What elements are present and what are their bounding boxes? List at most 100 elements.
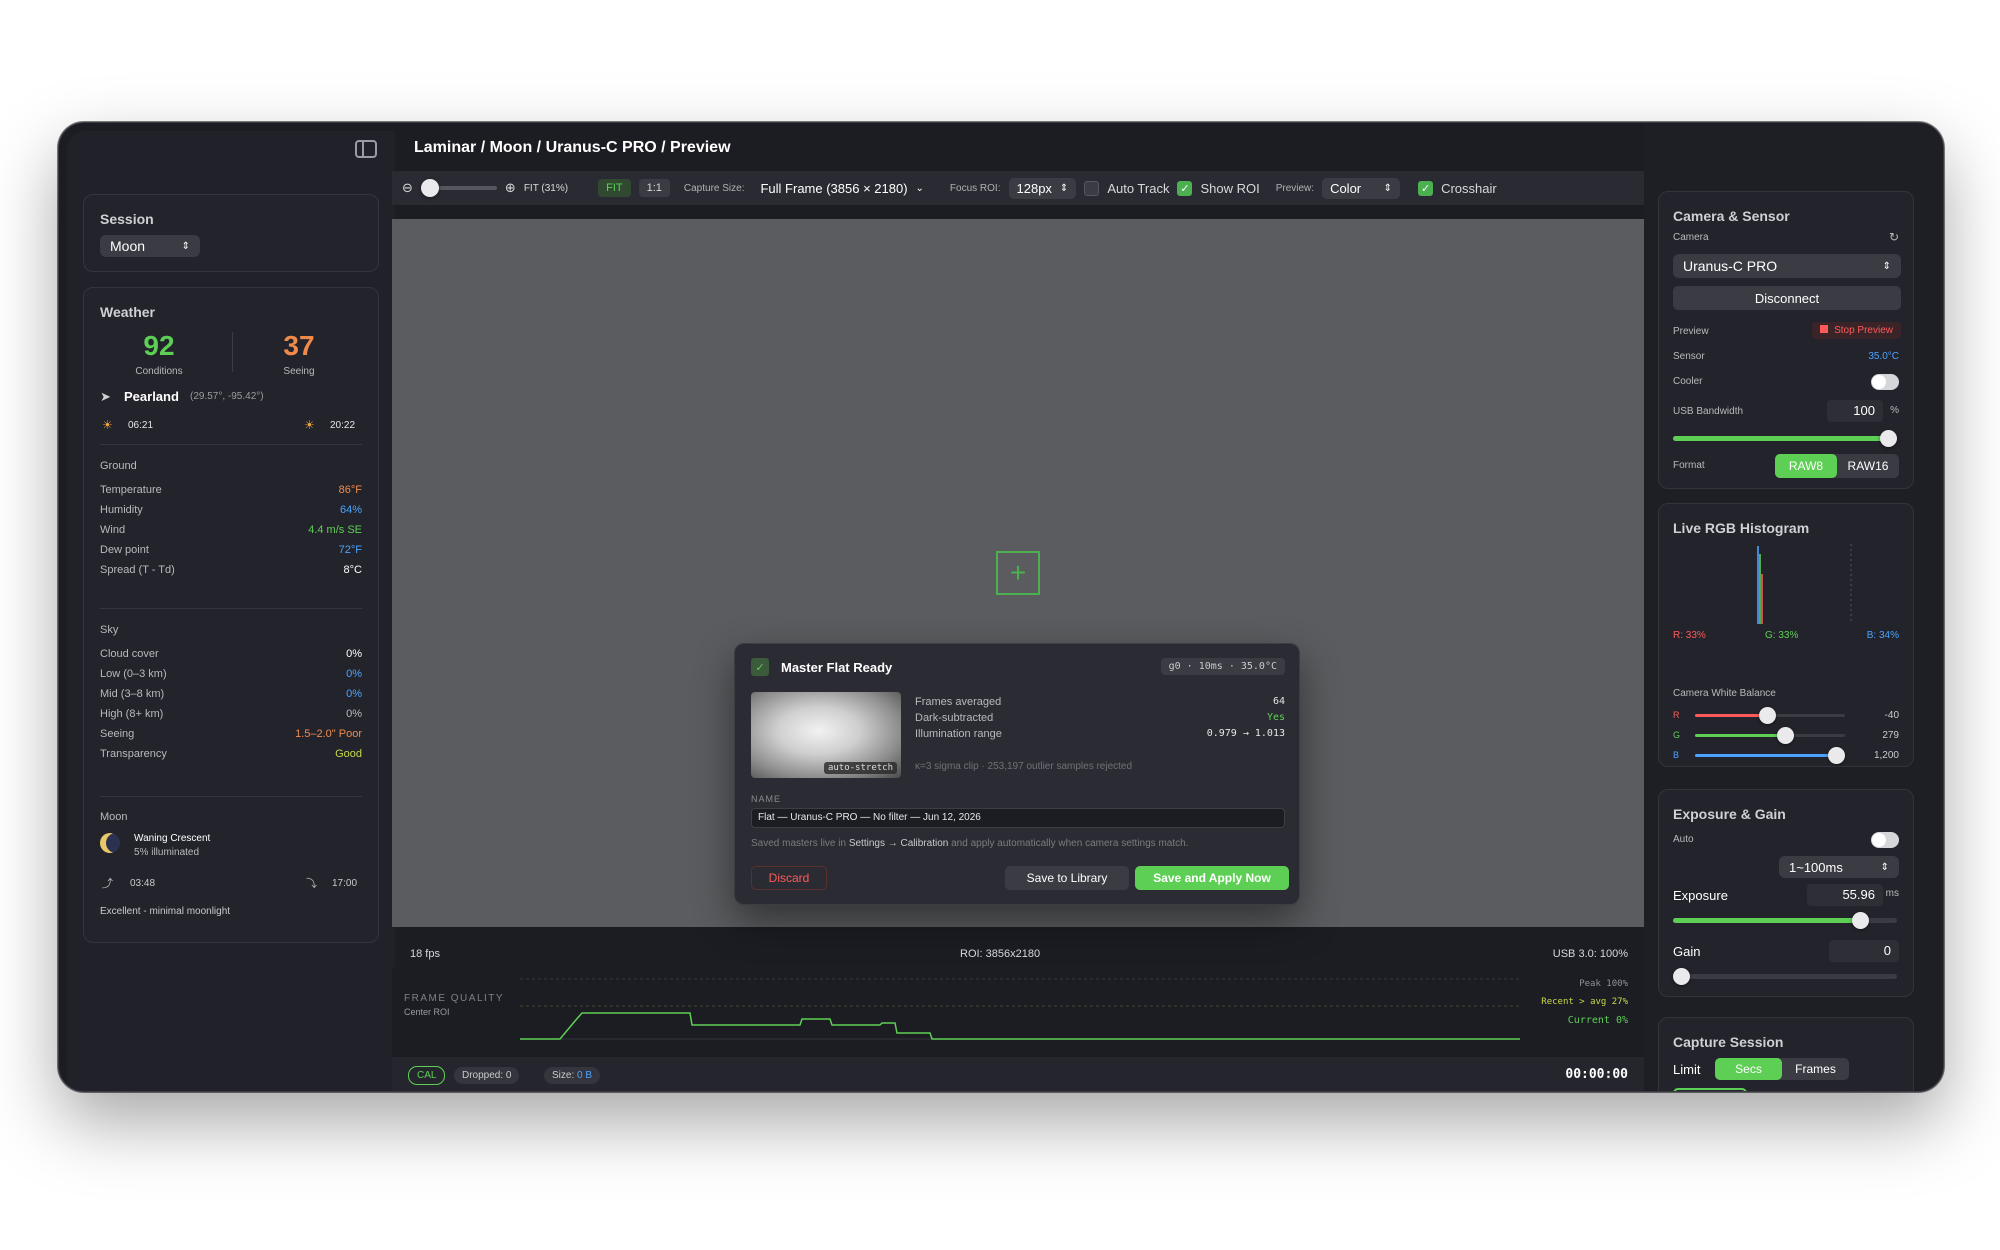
stop-preview-label: Stop Preview [1834,325,1893,336]
zoom-in-icon[interactable]: ⊕ [505,180,516,196]
discard-button[interactable]: Discard [751,866,827,890]
sky-value: 0% [346,648,362,660]
auto-exposure-toggle[interactable] [1871,832,1899,848]
crosshair-checkbox[interactable]: ✓ [1418,180,1434,196]
sky-label: Cloud cover [100,648,159,660]
wb-slider-fill [1695,714,1767,717]
frame-quality-sparkline [520,978,1520,1040]
ground-row: Wind 4.4 m/s SE [100,522,362,538]
weather-title: Weather [100,304,155,320]
status-bar: 18 fps ROI: 3856x2180 USB 3.0: 100% [392,941,1644,967]
capture-timer: 00:00:00 [1565,1067,1628,1082]
name-input-value: Flat — Uranus-C PRO — No filter — Jun 12… [758,812,981,823]
show-roi-checkbox[interactable]: ✓ [1177,180,1193,196]
ground-label: Humidity [100,504,143,516]
save-and-apply-button[interactable]: Save and Apply Now [1135,866,1289,890]
frame-quality-subtitle: Center ROI [404,1007,450,1017]
usb-bandwidth-input[interactable]: 100 [1827,400,1883,422]
usb-bandwidth-knob[interactable] [1880,430,1897,447]
right-panel: Camera & Sensor Camera ↻ Uranus-C PRO ⇕ … [1644,123,1943,1091]
sensor-temp: 35.0°C [1868,351,1899,362]
wb-slider[interactable] [1695,707,1845,724]
limit-value-input[interactable] [1673,1088,1747,1091]
stat-label: Frames averaged [915,696,1002,708]
wb-slider-fill [1695,754,1836,757]
check-icon: ✓ [751,658,769,676]
sky-row: Seeing 1.5–2.0" Poor [100,726,362,742]
zoom-slider[interactable] [420,179,497,197]
wb-slider-knob[interactable] [1759,707,1776,724]
fit-button[interactable]: FIT [598,179,631,197]
preview-canvas[interactable]: + ✓ Master Flat Ready g0 · 10ms · 35.0°C… [392,219,1644,927]
settings-badge: g0 · 10ms · 35.0°C [1160,658,1285,675]
format-raw8-button[interactable]: RAW8 [1775,454,1837,478]
gain-input[interactable]: 0 [1829,940,1899,962]
sunrise-icon: ☀ [102,418,113,432]
sky-label: Mid (3–8 km) [100,688,165,700]
moon-note: Excellent - minimal moonlight [100,906,231,917]
preview-toolbar: ⊖ ⊕ FIT (31%) FIT 1:1 Capture Size: Full… [392,171,1644,205]
session-title: Session [100,211,154,227]
exposure-label: Exposure [1673,888,1728,903]
refresh-icon[interactable]: ↻ [1889,230,1899,244]
format-raw16-button[interactable]: RAW16 [1837,454,1899,478]
limit-label: Limit [1673,1062,1701,1077]
wb-slider[interactable] [1695,727,1845,744]
wb-slider-knob[interactable] [1777,727,1794,744]
cooler-label: Cooler [1673,376,1703,387]
disconnect-button[interactable]: Disconnect [1673,286,1901,310]
one-to-one-button[interactable]: 1:1 [638,179,670,197]
capture-size-select[interactable]: Full Frame (3856 × 2180) ⌄ [752,178,931,199]
session-select[interactable]: Moon ⇕ [100,235,200,257]
focus-roi-select[interactable]: 128px ⇕ [1008,177,1077,199]
preview-mode-select[interactable]: Color ⇕ [1322,177,1401,199]
exposure-range-select[interactable]: 1~100ms ⇕ [1779,856,1899,878]
zoom-level: FIT (31%) [523,182,569,194]
sensor-label: Sensor [1673,351,1705,362]
conditions-score: 92 [143,330,175,361]
sky-value: 0% [346,688,362,700]
stat-value: Yes [1266,712,1285,723]
gain-label: Gain [1673,944,1701,959]
camera-select[interactable]: Uranus-C PRO ⇕ [1673,254,1901,278]
limit-frames-button[interactable]: Frames [1782,1058,1849,1080]
camera-value: Uranus-C PRO [1683,258,1778,274]
capture-title: Capture Session [1673,1034,1784,1050]
thumbnail-label: auto-stretch [823,762,897,774]
exposure-knob[interactable] [1852,912,1870,929]
zoom-slider-knob[interactable] [420,179,439,197]
wb-slider-knob[interactable] [1828,747,1845,764]
auto-track-checkbox[interactable] [1084,180,1100,196]
crosshair-reticle-icon: + [996,551,1040,595]
updown-chevron-icon: ⇕ [181,240,190,252]
zoom-out-icon[interactable]: ⊖ [402,180,413,196]
cal-badge[interactable]: CAL [408,1066,446,1085]
capture-size-value: Full Frame (3856 × 2180) [760,180,908,196]
sky-label: Transparency [100,748,167,760]
sunset-time: 20:22 [330,420,356,431]
cooler-toggle[interactable] [1871,374,1899,390]
settings-calibration-link[interactable]: Settings → Calibration [849,838,949,849]
sidebar-toggle-icon[interactable] [355,140,377,158]
dialog-title: Master Flat Ready [781,660,893,675]
usb-bandwidth-slider[interactable] [1673,430,1897,447]
gain-slider[interactable] [1673,968,1897,985]
updown-chevron-icon: ⇕ [1880,861,1889,873]
sky-row: Cloud cover 0% [100,646,362,662]
exposure-input[interactable]: 55.96 [1807,884,1883,906]
usb-readout: USB 3.0: 100% [1552,948,1628,960]
limit-secs-button[interactable]: Secs [1715,1058,1782,1080]
usb-bandwidth-label: USB Bandwidth [1673,406,1744,417]
stop-preview-button[interactable]: Stop Preview [1812,322,1901,339]
save-to-library-button[interactable]: Save to Library [1005,866,1129,890]
exposure-slider[interactable] [1673,912,1897,929]
stat-label: Illumination range [915,728,1002,740]
camera-title: Camera & Sensor [1673,208,1790,224]
name-input[interactable]: Flat — Uranus-C PRO — No filter — Jun 12… [751,808,1285,828]
gain-knob[interactable] [1673,968,1690,985]
sky-row: High (8+ km) 0% [100,706,362,722]
exposure-title: Exposure & Gain [1673,806,1786,822]
show-roi-label: Show ROI [1200,180,1260,196]
wb-slider[interactable] [1695,747,1845,764]
ground-value: 72°F [338,544,362,556]
